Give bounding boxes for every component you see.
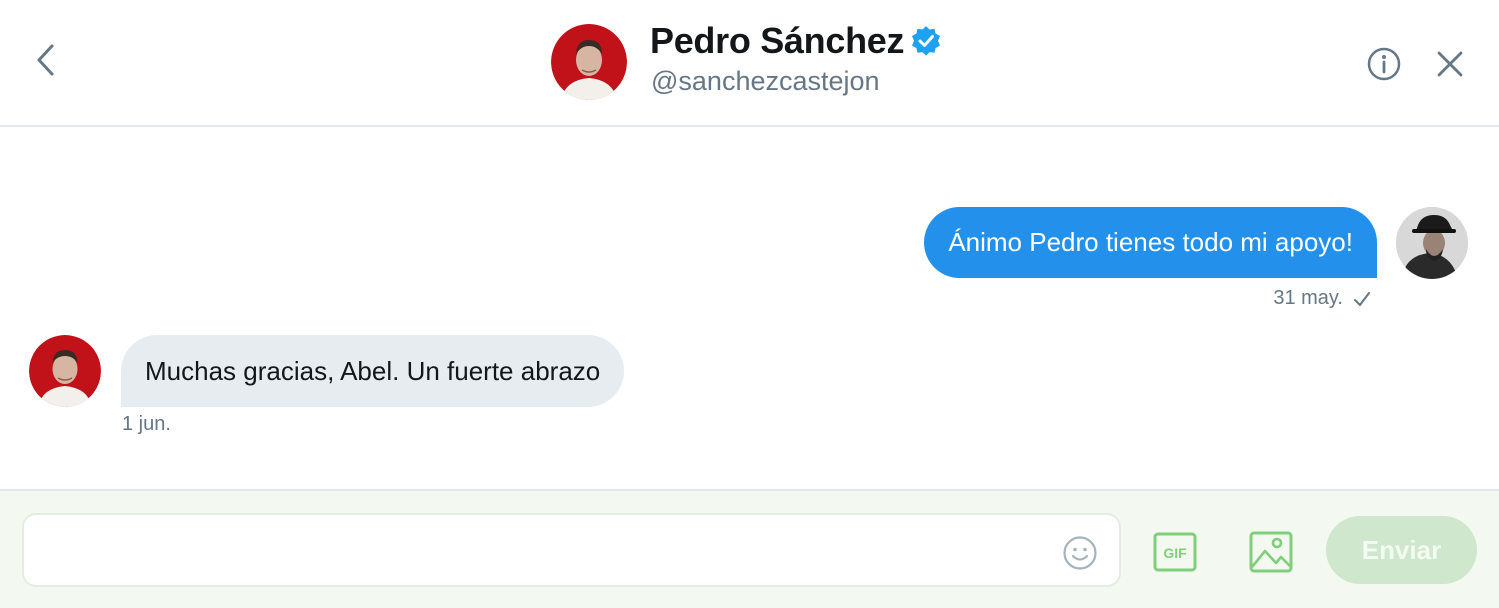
close-button[interactable] — [1430, 44, 1470, 84]
add-image-button[interactable] — [1247, 528, 1295, 576]
close-icon — [1437, 51, 1463, 77]
contact-name-row: Pedro Sánchez — [650, 20, 942, 62]
back-arrow-icon — [37, 44, 54, 76]
own-avatar[interactable] — [1396, 207, 1468, 279]
sent-message-meta: 31 may. — [1273, 287, 1371, 310]
received-message-date: 1 jun. — [122, 413, 171, 435]
send-button[interactable]: Enviar — [1326, 516, 1477, 584]
checkmark-icon — [1354, 291, 1370, 306]
contact-message-avatar[interactable] — [29, 335, 101, 407]
received-message-bubble[interactable]: Muchas gracias, Abel. Un fuerte abrazo — [121, 335, 625, 407]
gif-label: GIF — [1163, 545, 1187, 561]
message-input[interactable] — [44, 533, 1054, 569]
sent-message-date: 31 may. — [1273, 287, 1343, 309]
back-button[interactable] — [24, 38, 68, 82]
emoji-icon — [1063, 536, 1097, 570]
contact-avatar[interactable] — [551, 24, 627, 100]
gif-button[interactable]: GIF — [1152, 529, 1198, 575]
emoji-button[interactable] — [1060, 533, 1100, 573]
conversation-info-button[interactable] — [1364, 44, 1404, 84]
info-icon — [1367, 47, 1401, 81]
message-composer: GIF Enviar — [0, 489, 1499, 608]
message-input-container[interactable] — [22, 513, 1121, 587]
message-list[interactable]: Ánimo Pedro tienes todo mi apoyo! 31 may… — [0, 129, 1499, 489]
contact-handle[interactable]: @sanchezcastejon — [651, 66, 880, 97]
contact-name[interactable]: Pedro Sánchez — [650, 20, 904, 62]
image-icon — [1249, 531, 1293, 573]
sent-message-bubble[interactable]: Ánimo Pedro tienes todo mi apoyo! — [924, 207, 1377, 278]
verified-badge-icon — [910, 25, 942, 57]
gif-icon: GIF — [1153, 532, 1197, 572]
conversation-header: Pedro Sánchez @sanchezcastejon — [0, 0, 1499, 127]
